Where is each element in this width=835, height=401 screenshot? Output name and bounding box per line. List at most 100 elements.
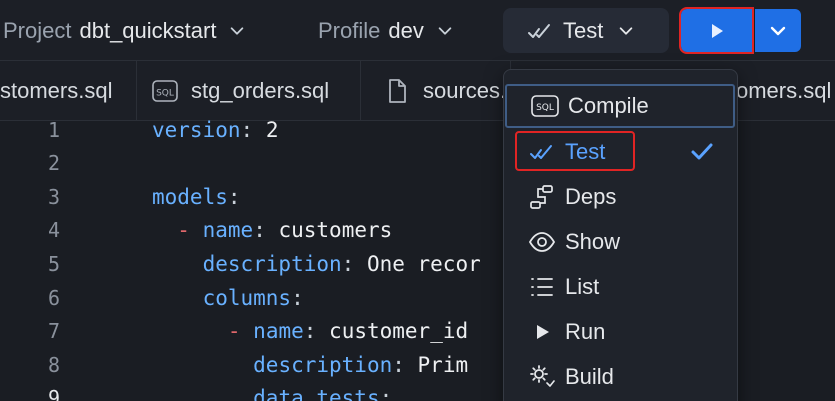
menu-item-label: Build [565, 364, 614, 389]
test-check-icon [528, 138, 556, 166]
code-text: - name: customers [152, 218, 392, 242]
code-token: name [253, 319, 304, 344]
profile-value: dev [388, 17, 424, 43]
run-command-button[interactable] [679, 7, 754, 54]
top-toolbar: Project dbt_quickstart Profile dev Test [0, 0, 835, 61]
menu-item-compile[interactable]: SQL Compile [505, 84, 735, 128]
code-token: : [253, 218, 279, 243]
tab-customers-sql[interactable]: stomers.sql [0, 61, 137, 121]
command-select[interactable]: Test [503, 8, 669, 53]
code-token: name [202, 218, 254, 243]
project-value: dbt_quickstart [79, 17, 217, 43]
line-number: 4 [47, 218, 60, 243]
chevron-down-icon [770, 26, 786, 35]
code-token: : [341, 251, 367, 276]
code-token: : [303, 319, 330, 344]
chevron-down-icon [438, 26, 452, 35]
menu-item-run[interactable]: Run [504, 310, 737, 354]
code-token: version [152, 117, 241, 142]
line-number: 5 [47, 251, 60, 276]
tab-sources[interactable]: sources. [361, 61, 511, 121]
code-token: - [177, 218, 190, 243]
line-number: 2 [47, 151, 60, 176]
menu-item-label: Show [565, 229, 621, 254]
code-text: data_tests: [152, 386, 392, 401]
code-text: description: Prim [152, 353, 468, 377]
menu-item-test[interactable]: Test [504, 130, 737, 174]
profile-selector[interactable]: Profile dev [318, 0, 454, 61]
line-number: 6 [47, 285, 60, 310]
deps-icon [528, 183, 556, 211]
profile-label: Profile [318, 17, 381, 43]
tab-label: stomers.sql [0, 78, 113, 103]
code-text: version: 2 [152, 118, 278, 142]
code-token: - [227, 319, 241, 344]
code-text: description: One recor [152, 252, 481, 276]
eye-icon [528, 228, 556, 256]
code-token: 2 [265, 117, 279, 142]
code-token: : [392, 352, 418, 377]
line-number: 9 [47, 386, 60, 401]
command-select-label: Test [563, 17, 604, 43]
code-token: Prim [417, 352, 469, 377]
code-token: customer_id [329, 319, 469, 344]
app-window: Project dbt_quickstart Profile dev Test … [0, 0, 835, 401]
code-token: description [253, 352, 393, 377]
code-token: models [152, 184, 228, 209]
line-number: 3 [47, 184, 60, 209]
tab-stg-orders-sql[interactable]: SQL stg_orders.sql [137, 61, 361, 121]
test-check-icon [528, 23, 550, 38]
code-text: columns: [152, 286, 304, 310]
run-options-button[interactable] [755, 9, 801, 52]
line-number: 7 [47, 319, 60, 344]
sql-icon: SQL [531, 92, 559, 120]
project-selector[interactable]: Project dbt_quickstart [3, 0, 246, 61]
chevron-down-icon [231, 26, 244, 35]
code-token: data_tests [253, 386, 380, 401]
build-gear-icon [528, 363, 556, 391]
tab-label: stg_orders.sql [191, 78, 330, 103]
code-token: : [227, 184, 241, 209]
svg-text:SQL: SQL [536, 103, 554, 113]
project-label: Project [3, 17, 72, 43]
chevron-down-icon [620, 26, 633, 35]
menu-item-list[interactable]: List [504, 265, 737, 309]
code-token: : [291, 285, 304, 310]
tab-customers-sql-2[interactable]: omers.sql [736, 61, 835, 121]
line-number: 1 [47, 117, 60, 142]
code-token: : [240, 117, 266, 142]
tab-label: omers.sql [736, 78, 832, 103]
line-number: 8 [47, 352, 60, 377]
code-token: customers [278, 218, 393, 243]
play-icon [711, 23, 723, 38]
menu-item-build[interactable]: Build [504, 355, 737, 399]
code-text: - name: customer_id [152, 319, 468, 343]
menu-item-label: List [565, 274, 600, 299]
svg-text:SQL: SQL [156, 89, 174, 99]
menu-item-show[interactable]: Show [504, 220, 737, 264]
file-icon [389, 79, 406, 103]
menu-item-label: Run [565, 319, 606, 344]
menu-item-label: Compile [568, 93, 649, 118]
code-token: One recor [366, 251, 481, 276]
checkmark-icon [691, 143, 713, 160]
menu-item-deps[interactable]: Deps [504, 175, 737, 219]
command-dropdown-menu: SQL Compile Test Deps Show List Run Buil… [503, 69, 738, 401]
sql-file-icon: SQL [152, 80, 178, 102]
code-token: columns [202, 285, 292, 310]
menu-item-label: Test [565, 139, 606, 164]
code-text: models: [152, 185, 241, 209]
play-icon [528, 318, 556, 346]
list-icon [528, 273, 556, 301]
code-token: description [202, 251, 342, 276]
tab-label: sources. [423, 78, 507, 103]
menu-item-label: Deps [565, 184, 617, 209]
